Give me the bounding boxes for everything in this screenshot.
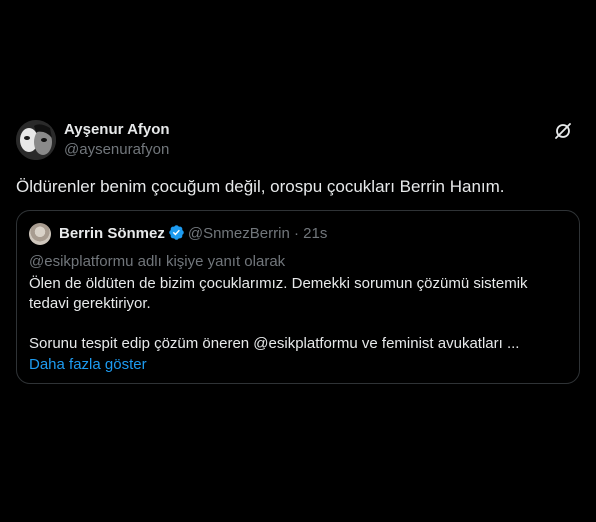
separator-dot: · (293, 225, 299, 242)
author-block: Ayşenur Afyon @aysenurafyon (64, 120, 170, 160)
quoted-author-avatar[interactable] (29, 223, 51, 245)
reply-context: @esikplatformu adlı kişiye yanıt olarak (29, 253, 286, 270)
verified-badge-icon (168, 224, 185, 241)
author-avatar[interactable] (16, 120, 56, 160)
quoted-tweet[interactable]: Berrin Sönmez @SnmezBerrin · 21s @esikpla… (16, 210, 580, 384)
quoted-timestamp[interactable]: 21s (303, 225, 327, 242)
author-display-name[interactable]: Ayşenur Afyon (64, 120, 170, 140)
quoted-author-name[interactable]: Berrin Sönmez (59, 225, 165, 242)
quoted-tweet-header: Berrin Sönmez @SnmezBerrin · 21s (59, 224, 327, 244)
grok-icon[interactable] (554, 122, 572, 140)
quoted-tweet-body: Ölen de öldüten de bizim çocuklarımız. D… (29, 274, 559, 354)
tweet-text: Öldürenler benim çocuğum değil, orospu ç… (16, 177, 505, 196)
quoted-paragraph-1: Ölen de öldüten de bizim çocuklarımız. D… (29, 275, 528, 312)
author-handle[interactable]: @aysenurafyon (64, 140, 170, 160)
show-more-link[interactable]: Daha fazla göster (29, 355, 147, 375)
quoted-paragraph-2: Sorunu tespit edip çözüm öneren @esikpla… (29, 335, 520, 352)
quoted-author-handle[interactable]: @SnmezBerrin (188, 225, 290, 242)
